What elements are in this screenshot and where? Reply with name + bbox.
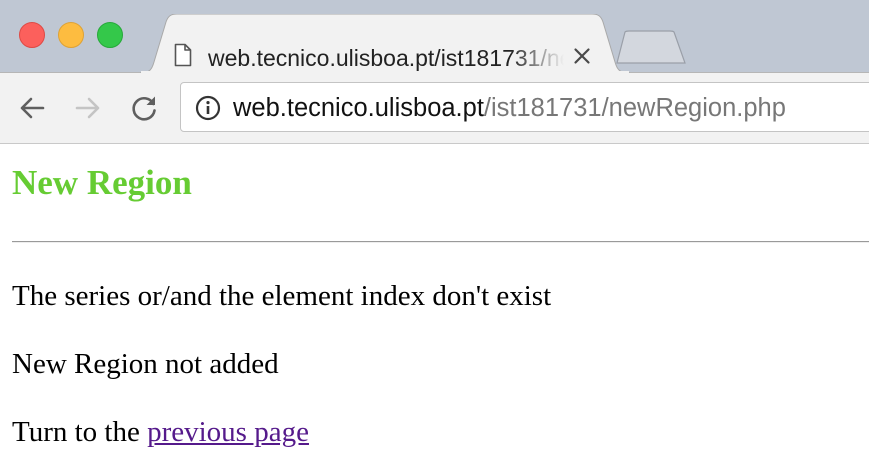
return-prefix-text: Turn to the bbox=[12, 416, 148, 448]
error-message: The series or/and the element index don'… bbox=[12, 280, 552, 312]
url-host: web.tecnico.ulisboa.pt bbox=[233, 94, 484, 122]
info-icon[interactable] bbox=[195, 95, 221, 121]
tab-title: web.tecnico.ulisboa.pt/ist181731/newRegi… bbox=[208, 45, 564, 71]
status-message: New Region not added bbox=[12, 348, 279, 380]
return-paragraph: Turn to the previous page bbox=[12, 414, 309, 450]
browser-window: web.tecnico.ulisboa.pt/ist181731/newRegi… bbox=[0, 0, 869, 473]
window-maximize-button[interactable] bbox=[97, 22, 123, 48]
tab-strip: web.tecnico.ulisboa.pt/ist181731/newRegi… bbox=[0, 0, 869, 73]
address-bar[interactable]: web.tecnico.ulisboa.pt/ist181731/newRegi… bbox=[180, 82, 869, 132]
url-text: web.tecnico.ulisboa.pt/ist181731/newRegi… bbox=[233, 92, 786, 124]
url-path: /ist181731/newRegion.php bbox=[483, 94, 786, 122]
tab-close-icon[interactable] bbox=[570, 44, 594, 68]
new-tab-button[interactable] bbox=[615, 30, 687, 64]
browser-toolbar: web.tecnico.ulisboa.pt/ist181731/newRegi… bbox=[0, 73, 869, 144]
page-content: New Region The series or/and the element… bbox=[0, 144, 869, 473]
back-arrow-icon[interactable] bbox=[17, 93, 47, 123]
window-close-button[interactable] bbox=[19, 22, 45, 48]
horizontal-rule bbox=[12, 241, 869, 243]
page-title: New Region bbox=[12, 163, 192, 202]
previous-page-link[interactable]: previous page bbox=[147, 416, 309, 448]
reload-icon[interactable] bbox=[129, 93, 159, 123]
window-minimize-button[interactable] bbox=[58, 22, 84, 48]
document-icon bbox=[174, 43, 192, 67]
active-tab[interactable]: web.tecnico.ulisboa.pt/ist181731/newRegi… bbox=[140, 14, 630, 73]
forward-arrow-icon[interactable] bbox=[73, 93, 103, 123]
